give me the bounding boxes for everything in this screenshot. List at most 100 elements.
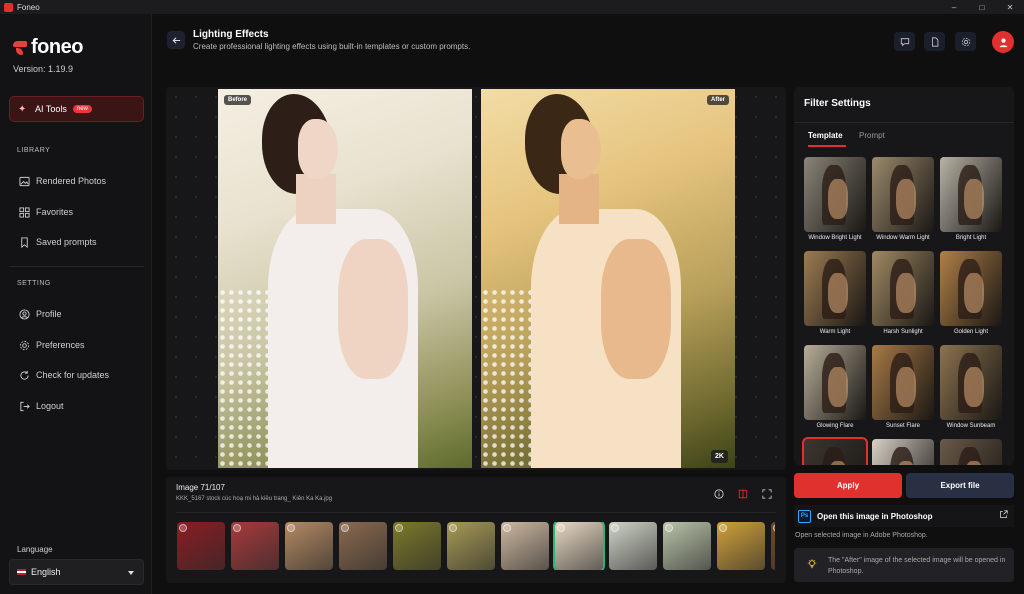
checkbox-icon[interactable] xyxy=(449,524,457,532)
template-preview xyxy=(940,157,1002,232)
template-card[interactable] xyxy=(872,439,934,465)
template-card[interactable]: Warm Light xyxy=(804,251,866,335)
expand-icon xyxy=(762,489,772,499)
template-card[interactable] xyxy=(802,437,868,465)
checkbox-icon[interactable] xyxy=(773,524,775,532)
sidebar-item-label: Rendered Photos xyxy=(36,176,107,186)
sidebar-item-profile[interactable]: Profile xyxy=(18,308,62,320)
open-in-photoshop-button[interactable]: Ps Open this image in Photoshop xyxy=(794,505,1014,527)
document-button[interactable] xyxy=(924,32,945,51)
brand-name: foneo xyxy=(31,36,83,58)
settings-button[interactable] xyxy=(955,32,976,51)
checkbox-icon[interactable] xyxy=(233,524,241,532)
sidebar-item-ai-tools[interactable]: ✦ AI Tools new xyxy=(9,96,144,122)
template-card[interactable]: Sunset Flare xyxy=(872,345,934,429)
thumbnail[interactable] xyxy=(717,522,765,570)
user-icon xyxy=(18,308,30,320)
checkbox-icon[interactable] xyxy=(611,524,619,532)
version-label: Version: 1.19.9 xyxy=(13,64,74,74)
template-card[interactable]: Glowing Flare xyxy=(804,345,866,429)
template-card[interactable]: Harsh Sunlight xyxy=(872,251,934,335)
sidebar-item-preferences[interactable]: Preferences xyxy=(18,339,85,351)
bookmark-icon xyxy=(18,236,30,248)
template-preview xyxy=(804,157,866,232)
setting-section-label: SETTING xyxy=(17,280,51,287)
sidebar: foneo Version: 1.19.9 ✦ AI Tools new LIB… xyxy=(0,14,152,594)
user-avatar[interactable] xyxy=(992,31,1014,53)
template-name: Harsh Sunlight xyxy=(883,329,923,335)
logout-icon xyxy=(18,400,30,412)
apply-button[interactable]: Apply xyxy=(794,473,902,498)
template-card[interactable]: Window Sunbeam xyxy=(940,345,1002,429)
foneo-logo-icon xyxy=(13,40,29,56)
language-select[interactable]: English xyxy=(9,559,144,585)
checkbox-icon[interactable] xyxy=(341,524,349,532)
grid-icon xyxy=(18,206,30,218)
tab-template[interactable]: Template xyxy=(808,131,846,147)
thumbnail[interactable] xyxy=(553,522,605,570)
tab-prompt[interactable]: Prompt xyxy=(859,131,885,140)
minimize-button[interactable]: – xyxy=(940,0,968,14)
sidebar-item-check-updates[interactable]: Check for updates xyxy=(18,369,109,381)
template-preview xyxy=(804,345,866,420)
sidebar-item-label: AI Tools xyxy=(35,104,67,114)
info-button[interactable] xyxy=(712,487,726,501)
template-name: Window Sunbeam xyxy=(946,423,996,429)
strip-divider xyxy=(176,512,776,513)
thumbnail[interactable] xyxy=(609,522,657,570)
checkbox-icon[interactable] xyxy=(719,524,727,532)
checkbox-icon[interactable] xyxy=(287,524,295,532)
thumbnail[interactable] xyxy=(663,522,711,570)
sidebar-item-saved-prompts[interactable]: Saved prompts xyxy=(18,236,97,248)
template-card[interactable]: Window Warm Light xyxy=(872,157,934,241)
language-label: Language xyxy=(17,545,53,554)
window-title: Foneo xyxy=(17,2,40,12)
template-card[interactable]: Golden Light xyxy=(940,251,1002,335)
checkbox-icon[interactable] xyxy=(503,524,511,532)
title-bar: Foneo – □ ✕ xyxy=(0,0,1024,14)
checkbox-icon[interactable] xyxy=(395,524,403,532)
thumbnail[interactable] xyxy=(447,522,495,570)
after-image: After xyxy=(481,89,735,468)
template-card[interactable] xyxy=(940,439,1002,465)
sidebar-item-rendered-photos[interactable]: Rendered Photos xyxy=(18,175,106,187)
sidebar-item-label: Saved prompts xyxy=(36,237,97,247)
sidebar-item-favorites[interactable]: Favorites xyxy=(18,206,73,218)
panel-title: Filter Settings xyxy=(804,98,871,109)
template-card[interactable]: Window Bright Light xyxy=(804,157,866,241)
language-value: English xyxy=(31,567,61,577)
template-card[interactable]: Bright Light xyxy=(940,157,1002,241)
thumbnail[interactable] xyxy=(231,522,279,570)
us-flag-icon xyxy=(17,569,26,575)
template-preview xyxy=(940,251,1002,326)
photoshop-title: Open this image in Photoshop xyxy=(817,511,933,521)
refresh-icon xyxy=(18,369,30,381)
thumbnail[interactable] xyxy=(393,522,441,570)
close-button[interactable]: ✕ xyxy=(996,0,1024,14)
thumbnail[interactable] xyxy=(177,522,225,570)
compare-button[interactable] xyxy=(736,487,750,501)
sidebar-item-label: Logout xyxy=(36,401,64,411)
thumbnail[interactable] xyxy=(339,522,387,570)
template-preview xyxy=(940,345,1002,420)
checkbox-icon[interactable] xyxy=(179,524,187,532)
back-button[interactable] xyxy=(167,31,185,49)
page-title: Lighting Effects xyxy=(193,29,269,40)
template-name: Golden Light xyxy=(953,329,989,335)
template-preview xyxy=(872,157,934,232)
panel-divider xyxy=(794,122,1014,123)
thumbnail[interactable] xyxy=(501,522,549,570)
thumbnail[interactable] xyxy=(285,522,333,570)
maximize-button[interactable]: □ xyxy=(968,0,996,14)
image-icon xyxy=(18,175,30,187)
fullscreen-button[interactable] xyxy=(760,487,774,501)
checkbox-icon[interactable] xyxy=(665,524,673,532)
export-file-button[interactable]: Export file xyxy=(906,473,1014,498)
thumbnail[interactable] xyxy=(771,522,775,570)
photoshop-note: The "After" image of the selected image … xyxy=(794,548,1014,582)
sidebar-item-label: Preferences xyxy=(36,340,85,350)
checkbox-icon[interactable] xyxy=(557,524,565,532)
sidebar-item-logout[interactable]: Logout xyxy=(18,400,64,412)
template-name: Sunset Flare xyxy=(885,423,921,429)
feedback-button[interactable] xyxy=(894,32,915,51)
